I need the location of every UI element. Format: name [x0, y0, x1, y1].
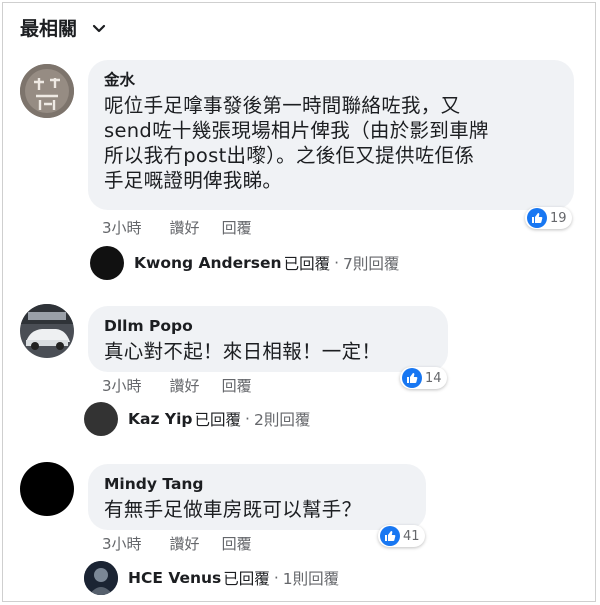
thumbs-up-icon [402, 368, 422, 388]
reply-summary[interactable]: Kwong Andersen 已回覆 · 7則回覆 [90, 246, 399, 280]
like-button[interactable]: 讚好 [170, 533, 200, 554]
comment-actions: 3小時 讚好 回覆 [102, 217, 252, 238]
comment-line: 真心對不起！來日相報！一定！ [104, 340, 382, 363]
stamp-avatar-icon [20, 64, 74, 118]
reply-avatar [90, 246, 124, 280]
comment-author[interactable]: 金水 [104, 70, 558, 90]
comment-line: 有無手足做車房既可以幫手？ [104, 498, 362, 521]
thumbs-up-icon [527, 208, 547, 228]
reply-count: 1則回覆 [282, 570, 340, 588]
reply-button[interactable]: 回覆 [222, 533, 252, 554]
reply-avatar-image [84, 561, 118, 595]
reply-label: 已回覆 [194, 411, 242, 429]
like-button[interactable]: 讚好 [170, 375, 200, 396]
sort-label: 最相關 [20, 18, 78, 40]
timestamp[interactable]: 3小時 [102, 217, 142, 238]
car-photo-avatar-icon [20, 304, 74, 358]
avatar[interactable] [20, 64, 74, 118]
comment-author[interactable]: Mindy Tang [104, 474, 410, 494]
comment-text: 有無手足做車房既可以幫手？ [104, 497, 410, 522]
comment-bubble: Dllm Popo 真心對不起！來日相報！一定！ [88, 306, 448, 372]
reaction-badge[interactable]: 41 [378, 525, 425, 547]
reply-author: Kwong Andersen [134, 254, 282, 272]
comment-author[interactable]: Dllm Popo [104, 316, 432, 336]
separator-dot: · [245, 410, 250, 428]
reply-summary[interactable]: HCE Venus 已回覆 · 1則回覆 [84, 561, 339, 595]
comment-text: 真心對不起！來日相報！一定！ [104, 339, 432, 364]
separator-dot: · [273, 569, 279, 587]
timestamp[interactable]: 3小時 [102, 533, 142, 554]
reply-author: HCE Venus [128, 569, 222, 587]
reaction-count: 19 [550, 210, 567, 226]
like-button[interactable]: 讚好 [170, 217, 200, 238]
reaction-badge[interactable]: 19 [525, 207, 572, 229]
reply-count: 2則回覆 [253, 411, 311, 429]
timestamp[interactable]: 3小時 [102, 375, 142, 396]
reaction-badge[interactable]: 14 [400, 367, 447, 389]
reply-label: 已回覆 [223, 570, 270, 588]
comment-bubble: Mindy Tang 有無手足做車房既可以幫手？ [88, 464, 426, 530]
reaction-count: 14 [425, 370, 442, 386]
reply-button[interactable]: 回覆 [222, 217, 252, 238]
comment-line: 所以我冇post出嚟）。之後佢又提供咗佢係 [104, 144, 475, 167]
comment-bubble: 金水 呢位手足嗱事發後第一時間聯絡咗我，又 send咗十幾張現場相片俾我（由於影… [88, 60, 574, 210]
comment-line: send咗十幾張現場相片俾我（由於影到車牌 [104, 119, 489, 142]
reply-label: 已回覆 [283, 255, 331, 273]
reaction-count: 41 [403, 528, 420, 544]
reply-author: Kaz Yip [128, 410, 193, 428]
comment-line: 呢位手足嗱事發後第一時間聯絡咗我，又 [104, 94, 461, 117]
chevron-down-icon [92, 24, 106, 32]
reply-button[interactable]: 回覆 [222, 375, 252, 396]
reply-summary[interactable]: Kaz Yip 已回覆 · 2則回覆 [84, 402, 310, 436]
comment-actions: 3小時 讚好 回覆 [102, 375, 252, 396]
comment-text: 呢位手足嗱事發後第一時間聯絡咗我，又 send咗十幾張現場相片俾我（由於影到車牌… [104, 93, 558, 193]
sort-dropdown[interactable]: 最相關 [20, 14, 107, 41]
avatar[interactable] [20, 304, 74, 358]
reply-avatar [84, 402, 118, 436]
reply-avatar [84, 561, 118, 595]
reply-count: 7則回覆 [343, 255, 400, 273]
thumbs-up-icon [380, 526, 400, 546]
comment-line: 手足嘅證明俾我睇。 [104, 169, 283, 192]
avatar[interactable] [20, 462, 74, 516]
comment-actions: 3小時 讚好 回覆 [102, 533, 252, 554]
separator-dot: · [334, 254, 340, 272]
